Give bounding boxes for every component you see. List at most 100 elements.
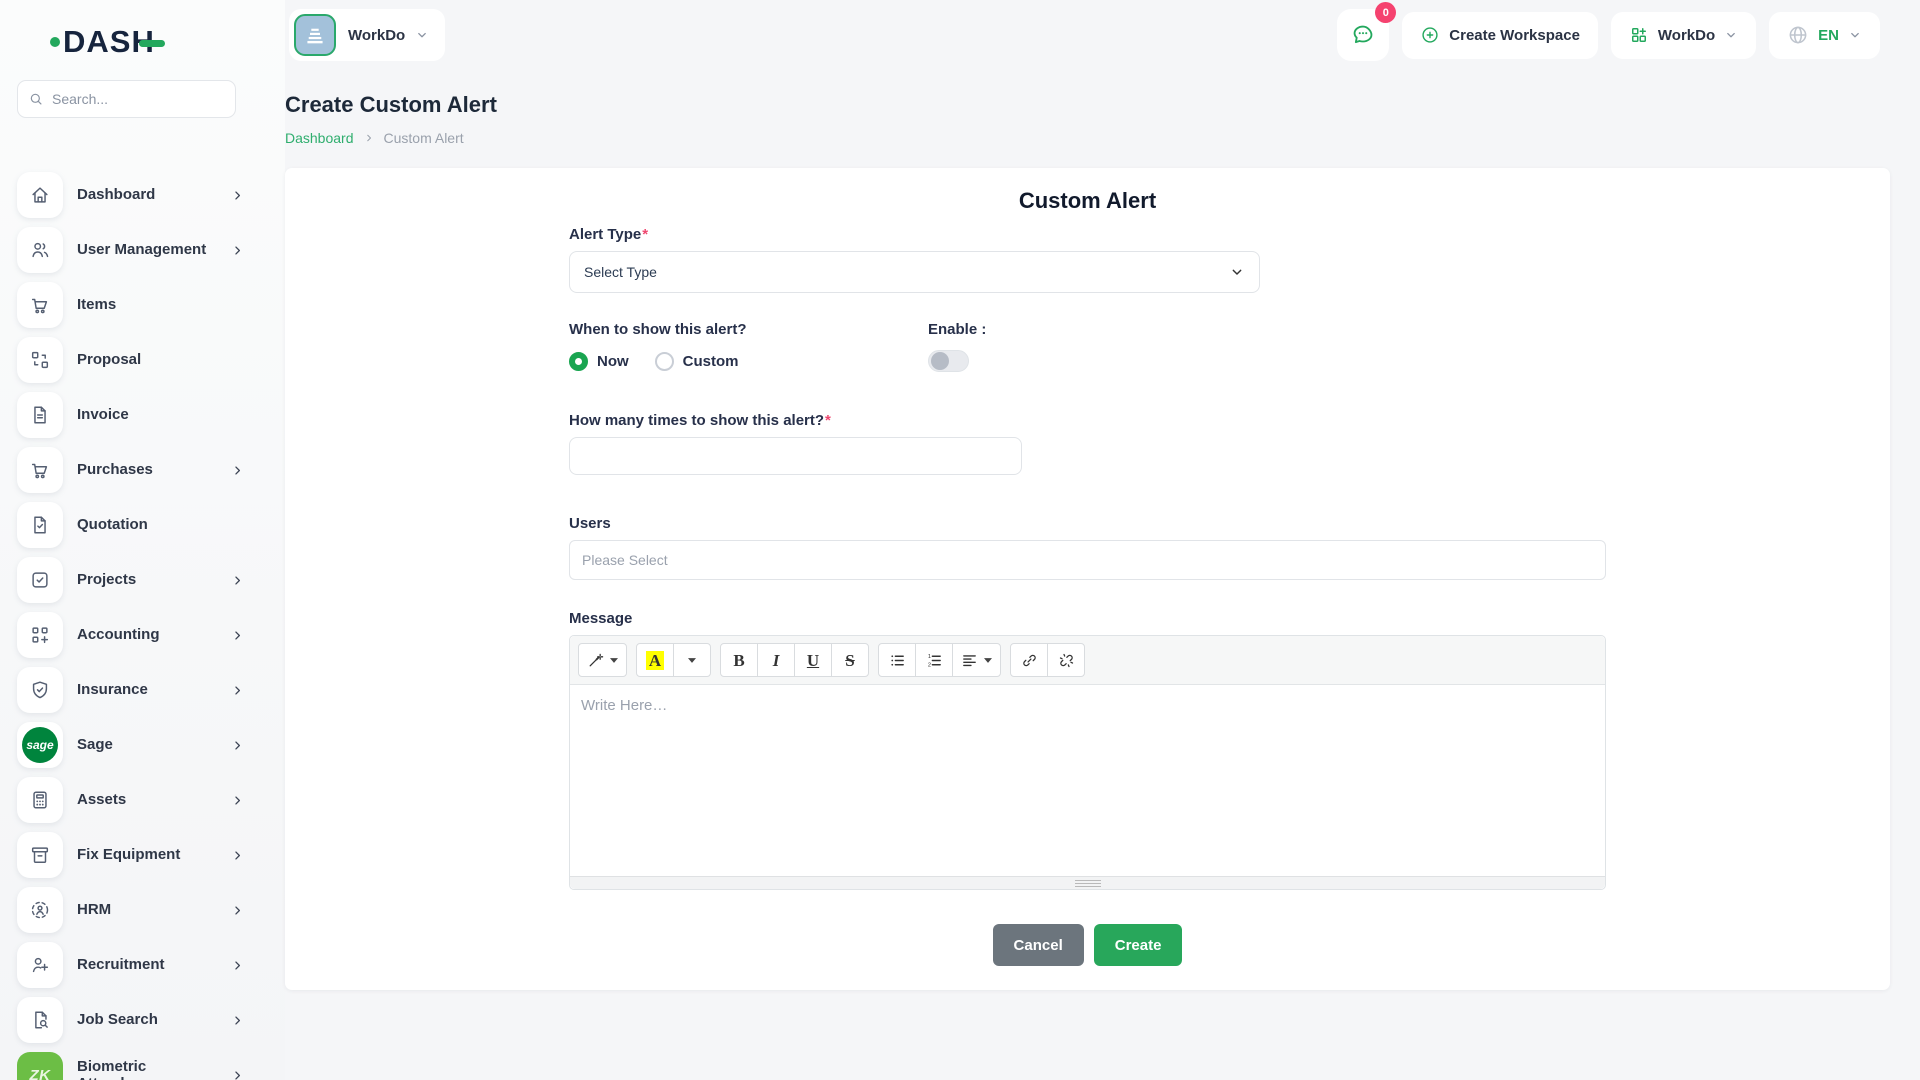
sidebar-item-projects[interactable]: Projects bbox=[17, 557, 245, 603]
sidebar-item-dashboard[interactable]: Dashboard bbox=[17, 172, 245, 218]
breadcrumb-dashboard-link[interactable]: Dashboard bbox=[285, 130, 354, 146]
create-button[interactable]: Create bbox=[1094, 924, 1183, 966]
language-label: EN bbox=[1818, 27, 1839, 44]
custom-alert-card: Custom Alert Alert Type* Select Type Whe… bbox=[285, 168, 1890, 990]
chevron-right-icon bbox=[230, 1013, 245, 1028]
unordered-list-button[interactable] bbox=[878, 643, 916, 677]
sidebar-item-label: Fix Equipment bbox=[77, 846, 180, 863]
sidebar-item-quotation[interactable]: Quotation bbox=[17, 502, 245, 548]
sidebar-item-biometric-attendance[interactable]: ZK Biometric Attendance bbox=[17, 1052, 245, 1080]
breadcrumb: Dashboard Custom Alert bbox=[285, 130, 1890, 146]
sidebar-item-purchases[interactable]: Purchases bbox=[17, 447, 245, 493]
brand-logo: DASH bbox=[50, 24, 285, 60]
sidebar-item-sage[interactable]: sage Sage bbox=[17, 722, 245, 768]
chevron-down-icon bbox=[1724, 28, 1738, 42]
sidebar-item-fix-equipment[interactable]: Fix Equipment bbox=[17, 832, 245, 878]
form-actions: Cancel Create bbox=[569, 924, 1606, 966]
sidebar-item-label: Invoice bbox=[77, 406, 129, 423]
sidebar-nav: Dashboard User Management Items Proposal… bbox=[17, 172, 245, 1080]
font-color-button[interactable]: A bbox=[636, 643, 674, 677]
ordered-list-button[interactable] bbox=[915, 643, 953, 677]
sidebar-item-accounting[interactable]: Accounting bbox=[17, 612, 245, 658]
sidebar-item-label: Purchases bbox=[77, 461, 153, 478]
insurance-icon bbox=[29, 679, 51, 701]
chevron-right-icon bbox=[230, 958, 245, 973]
enable-toggle[interactable] bbox=[928, 350, 969, 372]
alert-type-select[interactable]: Select Type bbox=[569, 251, 1260, 293]
times-input[interactable] bbox=[569, 437, 1022, 475]
editor-toolbar: A BIUS bbox=[570, 636, 1605, 685]
chevron-right-icon bbox=[363, 132, 375, 144]
magic-wand-icon bbox=[587, 652, 604, 669]
radio-now-control[interactable] bbox=[569, 352, 588, 371]
search-input[interactable] bbox=[52, 91, 225, 107]
sidebar-item-recruitment[interactable]: Recruitment bbox=[17, 942, 245, 988]
header-actions: 0 Create Workspace WorkDo EN bbox=[1337, 9, 1880, 61]
sidebar-item-proposal[interactable]: Proposal bbox=[17, 337, 245, 383]
radio-option-now[interactable]: Now bbox=[569, 352, 629, 371]
apps-workdo-label: WorkDo bbox=[1658, 27, 1715, 44]
messages-button[interactable]: 0 bbox=[1337, 9, 1389, 61]
enable-label: Enable : bbox=[928, 321, 986, 338]
editor-placeholder: Write Here… bbox=[581, 697, 667, 714]
cancel-button[interactable]: Cancel bbox=[993, 924, 1084, 966]
top-header: WorkDo 0 Create Workspace WorkDo EN bbox=[285, 0, 1920, 70]
rich-text-editor: A BIUS Write Here… bbox=[569, 635, 1606, 890]
sidebar-item-assets[interactable]: Assets bbox=[17, 777, 245, 823]
radio-custom-control[interactable] bbox=[655, 352, 674, 371]
apps-workdo-button[interactable]: WorkDo bbox=[1611, 12, 1756, 59]
radio-option-custom[interactable]: Custom bbox=[655, 352, 739, 371]
users-label: Users bbox=[569, 515, 1606, 532]
bold-button[interactable]: B bbox=[720, 643, 758, 677]
radio-now-label: Now bbox=[597, 353, 629, 370]
custom-alert-form: Alert Type* Select Type When to show thi… bbox=[569, 226, 1606, 966]
workspace-switcher-button[interactable]: WorkDo bbox=[289, 9, 445, 61]
users-group: Users bbox=[569, 515, 1606, 580]
assets-icon bbox=[29, 789, 51, 811]
when-radio-group: Now Custom bbox=[569, 352, 928, 371]
chevron-right-icon bbox=[230, 683, 245, 698]
strikethrough-button[interactable]: S bbox=[831, 643, 869, 677]
recruitment-icon bbox=[29, 954, 51, 976]
sidebar-item-user-management[interactable]: User Management bbox=[17, 227, 245, 273]
style-button[interactable] bbox=[578, 643, 627, 677]
create-workspace-label: Create Workspace bbox=[1449, 27, 1580, 44]
sidebar-item-hrm[interactable]: HRM bbox=[17, 887, 245, 933]
users-select-input[interactable] bbox=[569, 540, 1606, 580]
italic-button[interactable]: I bbox=[757, 643, 795, 677]
chevron-right-icon bbox=[230, 243, 245, 258]
sidebar-item-label: HRM bbox=[77, 901, 111, 918]
alert-type-label: Alert Type* bbox=[569, 226, 1606, 243]
home-icon bbox=[29, 184, 51, 206]
unlink-button[interactable] bbox=[1047, 643, 1085, 677]
search-box bbox=[17, 80, 236, 118]
font-color-caret-button[interactable] bbox=[673, 643, 711, 677]
align-left-icon bbox=[961, 652, 978, 669]
editor-content-area[interactable]: Write Here… bbox=[570, 685, 1605, 876]
users-icon bbox=[29, 239, 51, 261]
invoice-icon bbox=[29, 404, 51, 426]
underline-button[interactable]: U bbox=[794, 643, 832, 677]
sidebar-item-job-search[interactable]: Job Search bbox=[17, 997, 245, 1043]
enable-group: Enable : bbox=[928, 321, 986, 372]
page-title: Create Custom Alert bbox=[285, 92, 1890, 118]
link-button[interactable] bbox=[1010, 643, 1048, 677]
cart-icon bbox=[29, 459, 51, 481]
search-icon bbox=[28, 91, 44, 107]
sidebar-item-insurance[interactable]: Insurance bbox=[17, 667, 245, 713]
language-selector[interactable]: EN bbox=[1769, 12, 1880, 59]
create-workspace-button[interactable]: Create Workspace bbox=[1402, 12, 1598, 59]
editor-resize-handle[interactable] bbox=[570, 876, 1605, 889]
paragraph-align-button[interactable] bbox=[952, 643, 1001, 677]
toolbar-group bbox=[578, 643, 627, 677]
message-group: Message ABIUS Write Here… bbox=[569, 610, 1606, 890]
sidebar-item-invoice[interactable]: Invoice bbox=[17, 392, 245, 438]
fix-equipment-icon bbox=[29, 844, 51, 866]
when-enable-row: When to show this alert? Now Custom bbox=[569, 321, 1606, 372]
sidebar: DASH Dashboard User Management Items Pro… bbox=[0, 0, 285, 1080]
sidebar-item-items[interactable]: Items bbox=[17, 282, 245, 328]
sidebar-item-label: Proposal bbox=[77, 351, 141, 368]
list-ul-icon bbox=[889, 652, 906, 669]
when-label: When to show this alert? bbox=[569, 321, 928, 338]
toggle-knob bbox=[931, 352, 949, 370]
